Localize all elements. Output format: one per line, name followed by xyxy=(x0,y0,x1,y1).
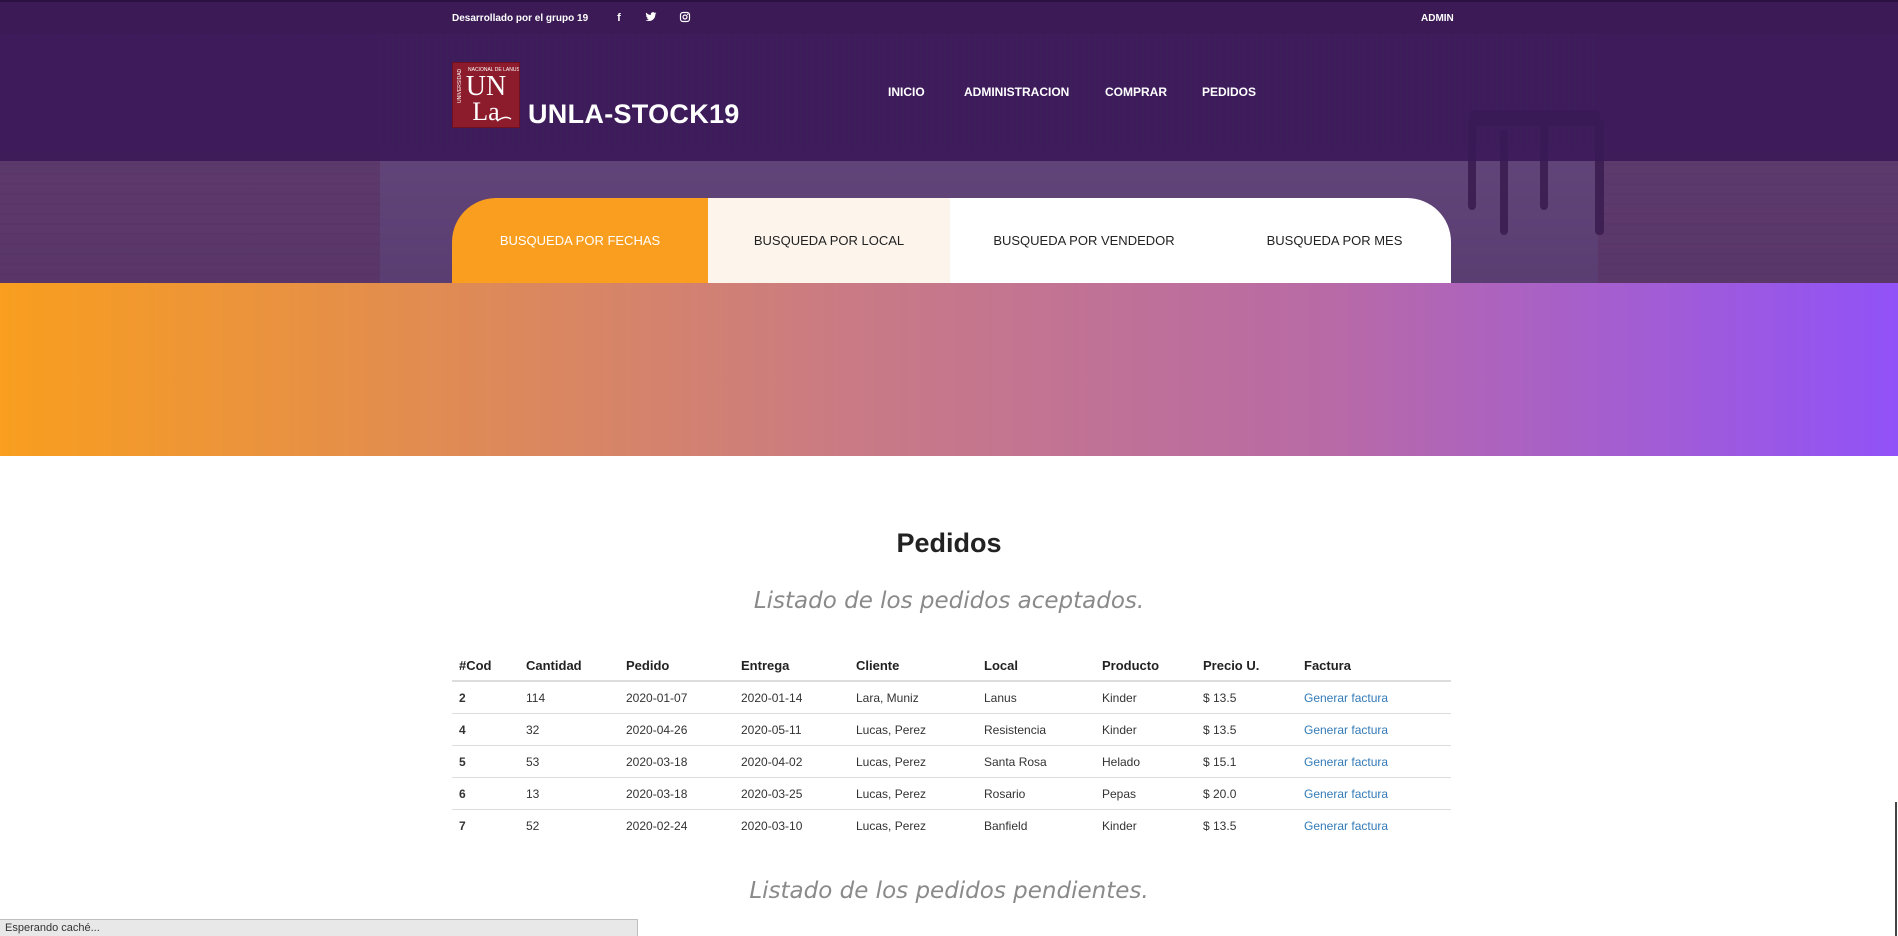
cell-cliente: Lucas, Perez xyxy=(849,808,977,841)
cell-cod: 4 xyxy=(452,712,519,745)
table-row: 2 114 2020-01-07 2020-01-14 Lara, Muniz … xyxy=(452,680,1451,713)
scrollbar-edge[interactable] xyxy=(1895,802,1897,936)
col-local: Local xyxy=(977,652,1095,682)
cell-local: Rosario xyxy=(977,776,1095,809)
cell-cantidad: 114 xyxy=(519,680,619,713)
brand-name[interactable]: UNLA-STOCK19 xyxy=(528,99,740,130)
svg-text:NACIONAL DE LANUS: NACIONAL DE LANUS xyxy=(468,67,519,73)
cell-cliente: Lucas, Perez xyxy=(849,776,977,809)
gradient-banner xyxy=(0,283,1898,456)
generar-factura-link[interactable]: Generar factura xyxy=(1304,755,1388,769)
cell-precio: $ 20.0 xyxy=(1196,776,1297,809)
cell-factura: Generar factura xyxy=(1297,680,1451,713)
generar-factura-link[interactable]: Generar factura xyxy=(1304,723,1388,737)
cell-pedido: 2020-03-18 xyxy=(619,744,734,777)
cell-precio: $ 15.1 xyxy=(1196,744,1297,777)
cell-cantidad: 53 xyxy=(519,744,619,777)
cell-local: Santa Rosa xyxy=(977,744,1095,777)
tab-busqueda-local[interactable]: BUSQUEDA POR LOCAL xyxy=(708,198,950,283)
cell-producto: Pepas xyxy=(1095,776,1196,809)
cell-entrega: 2020-03-10 xyxy=(734,808,849,841)
cell-pedido: 2020-03-18 xyxy=(619,776,734,809)
cell-cod: 7 xyxy=(452,808,519,841)
cell-entrega: 2020-01-14 xyxy=(734,680,849,713)
table-row: 6 13 2020-03-18 2020-03-25 Lucas, Perez … xyxy=(452,776,1451,809)
cell-precio: $ 13.5 xyxy=(1196,680,1297,713)
svg-text:La: La xyxy=(472,97,500,126)
col-entrega: Entrega xyxy=(734,652,849,682)
generar-factura-link[interactable]: Generar factura xyxy=(1304,787,1388,801)
nav-administracion[interactable]: ADMINISTRACION xyxy=(964,85,1069,99)
cell-pedido: 2020-02-24 xyxy=(619,808,734,841)
tab-busqueda-vendedor[interactable]: BUSQUEDA POR VENDEDOR xyxy=(950,198,1218,283)
cell-producto: Kinder xyxy=(1095,712,1196,745)
cell-precio: $ 13.5 xyxy=(1196,808,1297,841)
table-row: 4 32 2020-04-26 2020-05-11 Lucas, Perez … xyxy=(452,712,1451,745)
cell-factura: Generar factura xyxy=(1297,808,1451,841)
unla-logo[interactable]: UN La UNIVERSIDAD NACIONAL DE LANUS xyxy=(452,62,520,128)
cell-cantidad: 52 xyxy=(519,808,619,841)
nav-inicio[interactable]: INICIO xyxy=(888,85,925,99)
nav-comprar[interactable]: COMPRAR xyxy=(1105,85,1167,99)
cell-factura: Generar factura xyxy=(1297,744,1451,777)
table-row: 5 53 2020-03-18 2020-04-02 Lucas, Perez … xyxy=(452,744,1451,777)
cell-pedido: 2020-01-07 xyxy=(619,680,734,713)
col-precio: Precio U. xyxy=(1196,652,1297,682)
cell-local: Resistencia xyxy=(977,712,1095,745)
credit-text: Desarrollado por el grupo 19 xyxy=(452,13,589,24)
cell-entrega: 2020-03-25 xyxy=(734,776,849,809)
generar-factura-link[interactable]: Generar factura xyxy=(1304,819,1388,833)
cell-producto: Helado xyxy=(1095,744,1196,777)
col-cliente: Cliente xyxy=(849,652,977,682)
cell-local: Banfield xyxy=(977,808,1095,841)
cell-precio: $ 13.5 xyxy=(1196,712,1297,745)
cell-entrega: 2020-04-02 xyxy=(734,744,849,777)
cell-factura: Generar factura xyxy=(1297,712,1451,745)
table-row: 7 52 2020-02-24 2020-03-10 Lucas, Perez … xyxy=(452,808,1451,841)
twitter-icon[interactable] xyxy=(644,11,658,25)
cell-cod: 2 xyxy=(452,680,519,713)
cell-cliente: Lucas, Perez xyxy=(849,712,977,745)
facebook-icon[interactable]: f xyxy=(612,11,626,25)
col-cod: #Cod xyxy=(452,652,519,682)
cell-local: Lanus xyxy=(977,680,1095,713)
site-header xyxy=(0,34,1898,161)
admin-user-link[interactable]: ADMIN xyxy=(1421,13,1454,24)
cell-producto: Kinder xyxy=(1095,808,1196,841)
page-title: Pedidos xyxy=(896,528,1002,558)
tab-busqueda-mes[interactable]: BUSQUEDA POR MES xyxy=(1218,198,1451,283)
cell-cliente: Lucas, Perez xyxy=(849,744,977,777)
col-factura: Factura xyxy=(1297,652,1451,682)
top-bar: Desarrollado por el grupo 19 f ADMIN xyxy=(0,0,1898,34)
accepted-orders-subtitle: Listado de los pedidos aceptados. xyxy=(753,588,1145,614)
cell-cod: 5 xyxy=(452,744,519,777)
cell-cod: 6 xyxy=(452,776,519,809)
col-cantidad: Cantidad xyxy=(519,652,619,682)
browser-status-bar: Esperando caché... xyxy=(0,919,638,936)
cell-cantidad: 32 xyxy=(519,712,619,745)
cell-entrega: 2020-05-11 xyxy=(734,712,849,745)
tab-busqueda-fechas[interactable]: BUSQUEDA POR FECHAS xyxy=(452,198,708,283)
cell-cantidad: 13 xyxy=(519,776,619,809)
cell-factura: Generar factura xyxy=(1297,776,1451,809)
cell-producto: Kinder xyxy=(1095,680,1196,713)
pending-orders-subtitle: Listado de los pedidos pendientes. xyxy=(749,878,1149,904)
col-producto: Producto xyxy=(1095,652,1196,682)
col-pedido: Pedido xyxy=(619,652,734,682)
instagram-icon[interactable] xyxy=(678,11,692,25)
nav-pedidos[interactable]: PEDIDOS xyxy=(1202,85,1256,99)
table-header-row: #Cod Cantidad Pedido Entrega Cliente Loc… xyxy=(452,652,1451,682)
accepted-orders-table: #Cod Cantidad Pedido Entrega Cliente Loc… xyxy=(452,652,1451,841)
svg-text:UNIVERSIDAD: UNIVERSIDAD xyxy=(457,68,463,103)
cell-cliente: Lara, Muniz xyxy=(849,680,977,713)
generar-factura-link[interactable]: Generar factura xyxy=(1304,691,1388,705)
search-tabs: BUSQUEDA POR FECHAS BUSQUEDA POR LOCAL B… xyxy=(452,198,1451,283)
cell-pedido: 2020-04-26 xyxy=(619,712,734,745)
